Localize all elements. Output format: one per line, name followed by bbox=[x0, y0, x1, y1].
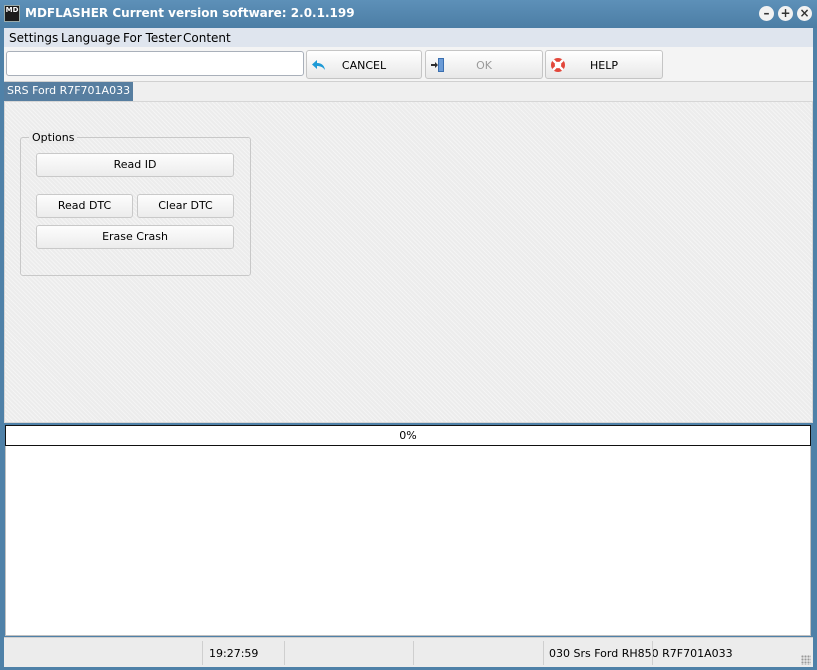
close-icon[interactable]: × bbox=[797, 6, 812, 21]
app-window: MD MDFLASHER Current version software: 2… bbox=[0, 0, 817, 670]
tab-srs-ford[interactable]: SRS Ford R7F701A033 bbox=[4, 82, 134, 101]
read-id-button[interactable]: Read ID bbox=[36, 153, 234, 177]
log-output[interactable] bbox=[5, 446, 811, 636]
clear-dtc-button[interactable]: Clear DTC bbox=[137, 194, 234, 218]
app-logo-icon: MD bbox=[4, 5, 20, 22]
maximize-icon[interactable]: + bbox=[778, 6, 793, 21]
app-name: MDFLASHER bbox=[25, 6, 113, 20]
read-dtc-button[interactable]: Read DTC bbox=[36, 194, 133, 218]
cancel-button[interactable]: CANCEL bbox=[306, 50, 422, 79]
title-bar[interactable]: MD MDFLASHER Current version software: 2… bbox=[0, 0, 817, 28]
status-separator bbox=[202, 641, 203, 665]
progress-label: 0% bbox=[399, 429, 417, 442]
status-time: 19:27:59 bbox=[209, 647, 259, 660]
menu-for-tester[interactable]: For Tester bbox=[123, 31, 182, 45]
path-input[interactable] bbox=[6, 51, 304, 76]
help-button[interactable]: HELP bbox=[545, 50, 663, 79]
options-group: Options Read ID Read DTC Clear DTC Erase… bbox=[20, 131, 251, 276]
menu-bar: Settings Language For Tester Content bbox=[4, 28, 813, 47]
erase-crash-button[interactable]: Erase Crash bbox=[36, 225, 234, 249]
window-title: MDFLASHER Current version software: 2.0.… bbox=[25, 6, 355, 20]
status-separator bbox=[543, 641, 544, 665]
options-group-title: Options bbox=[29, 131, 78, 144]
ok-button[interactable]: OK bbox=[425, 50, 543, 79]
menu-content[interactable]: Content bbox=[183, 31, 231, 45]
menu-settings[interactable]: Settings bbox=[9, 31, 58, 45]
cancel-label: CANCEL bbox=[341, 59, 387, 72]
ok-label: OK bbox=[476, 59, 492, 72]
tab-strip: SRS Ford R7F701A033 bbox=[4, 82, 813, 101]
main-panel: Options Read ID Read DTC Clear DTC Erase… bbox=[4, 101, 813, 423]
version-text: Current version software: 2.0.1.199 bbox=[112, 6, 355, 20]
progress-bar: 0% bbox=[5, 425, 811, 446]
status-separator bbox=[413, 641, 414, 665]
help-label: HELP bbox=[590, 59, 618, 72]
status-separator bbox=[284, 641, 285, 665]
status-bar: 19:27:59 030 Srs Ford RH850 R7F701A033 bbox=[4, 637, 813, 667]
resize-grip-icon[interactable] bbox=[801, 655, 811, 665]
menu-language[interactable]: Language bbox=[61, 31, 120, 45]
toolbar: CANCEL OK HELP bbox=[4, 47, 813, 82]
minimize-icon[interactable]: – bbox=[759, 6, 774, 21]
status-module: 030 Srs Ford RH850 R7F701A033 bbox=[549, 647, 733, 660]
status-separator bbox=[652, 641, 653, 665]
